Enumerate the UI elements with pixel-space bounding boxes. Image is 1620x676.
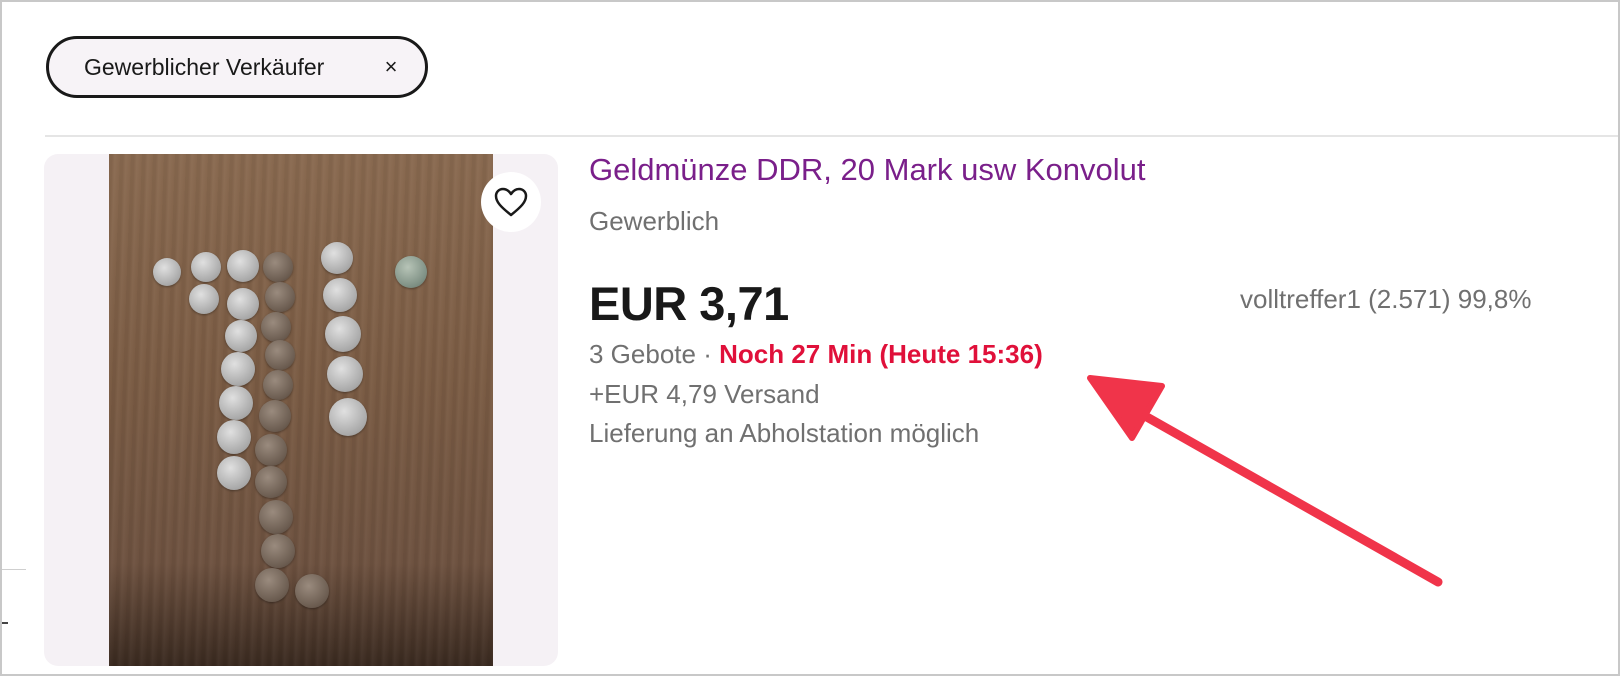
coin-image <box>255 568 289 602</box>
search-results-panel: Gewerblicher Verkäufer × Geldmünze DDR, … <box>0 0 1620 676</box>
divider <box>45 135 1618 137</box>
filter-chip-commercial-seller[interactable]: Gewerblicher Verkäufer × <box>46 36 428 98</box>
coin-image <box>219 386 253 420</box>
coin-image <box>263 370 293 400</box>
coin-image <box>189 284 219 314</box>
coin-image <box>261 312 291 342</box>
listing-image[interactable] <box>44 154 558 666</box>
close-icon[interactable]: × <box>381 54 401 80</box>
listing-price: EUR 3,71 <box>589 277 789 330</box>
watch-button[interactable] <box>481 172 541 232</box>
coin-image <box>295 574 329 608</box>
coin-image <box>153 258 181 286</box>
bid-count: 3 Gebote <box>589 339 696 369</box>
bids-and-time-left: 3 Gebote · Noch 27 Min (Heute 15:36) <box>589 339 1043 370</box>
coin-image <box>265 282 295 312</box>
coin-image <box>261 534 295 568</box>
coin-image <box>217 420 251 454</box>
coin-image <box>255 466 287 498</box>
coin-image <box>191 252 221 282</box>
coin-image <box>255 434 287 466</box>
coin-image <box>227 288 259 320</box>
coin-image <box>327 356 363 392</box>
divider <box>2 569 26 570</box>
coin-image <box>259 400 291 432</box>
coin-image <box>265 340 295 370</box>
listing-title-link[interactable]: Geldmünze DDR, 20 Mark usw Konvolut <box>589 152 1146 188</box>
coin-image <box>323 278 357 312</box>
heart-icon <box>494 187 528 217</box>
time-left: Noch 27 Min (Heute 15:36) <box>719 339 1043 369</box>
filter-chip-label: Gewerblicher Verkäufer <box>84 53 325 80</box>
coin-image <box>221 352 255 386</box>
coin-image <box>329 398 367 436</box>
coin-image <box>217 456 251 490</box>
seller-info: volltreffer1 (2.571) 99,8% <box>1240 284 1532 314</box>
coin-image <box>395 256 427 288</box>
coin-image <box>225 320 257 352</box>
seller-type-label: Gewerblich <box>589 206 720 236</box>
coins-photo <box>109 154 493 666</box>
shipping-cost: +EUR 4,79 Versand <box>589 379 820 409</box>
coin-image <box>321 242 353 274</box>
coin-image <box>259 500 293 534</box>
coin-image <box>325 316 361 352</box>
separator-dot: · <box>695 339 720 369</box>
delivery-note: Lieferung an Abholstation möglich <box>589 418 980 448</box>
coin-image <box>263 252 293 282</box>
divider <box>2 622 8 624</box>
coin-image <box>227 250 259 282</box>
